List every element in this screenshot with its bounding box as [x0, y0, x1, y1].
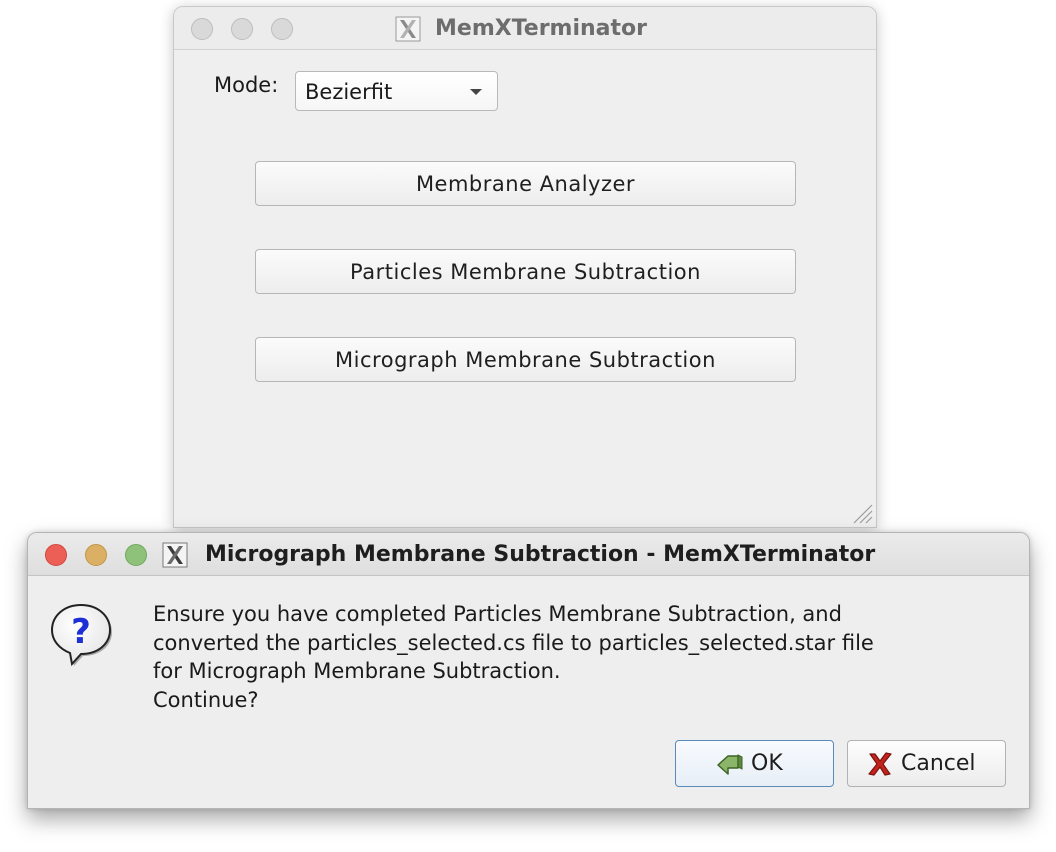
- close-button[interactable]: [191, 18, 213, 40]
- message-line: converted the particles_selected.cs file…: [153, 630, 874, 655]
- mode-dropdown[interactable]: Bezierfit: [295, 71, 498, 111]
- message-line: Continue?: [153, 687, 259, 712]
- ok-button[interactable]: OK: [675, 740, 834, 787]
- minimize-button[interactable]: [231, 18, 253, 40]
- confirm-dialog: Micrograph Membrane Subtraction - MemXTe…: [27, 532, 1030, 809]
- red-x-icon: [868, 752, 892, 776]
- main-window-title: MemXTerminator: [435, 16, 648, 41]
- chevron-down-icon: [470, 89, 482, 95]
- dialog-titlebar[interactable]: Micrograph Membrane Subtraction - MemXTe…: [28, 533, 1029, 576]
- svg-text:?: ?: [71, 612, 91, 652]
- main-window-titlebar[interactable]: MemXTerminator: [174, 7, 876, 50]
- cancel-button[interactable]: Cancel: [847, 740, 1006, 787]
- mode-dropdown-value: Bezierfit: [305, 80, 393, 104]
- dialog-zoom-button[interactable]: [125, 544, 147, 566]
- x11-app-icon: [162, 542, 188, 568]
- dialog-message: Ensure you have completed Particles Memb…: [153, 600, 1013, 714]
- ok-button-label: OK: [751, 751, 783, 776]
- membrane-analyzer-button[interactable]: Membrane Analyzer: [255, 161, 796, 206]
- dialog-minimize-button[interactable]: [85, 544, 107, 566]
- cancel-button-label: Cancel: [901, 751, 976, 776]
- x11-app-icon: [395, 16, 421, 42]
- message-line: Ensure you have completed Particles Memb…: [153, 602, 842, 626]
- main-window: MemXTerminator Mode: Bezierfit Membrane …: [173, 6, 877, 528]
- dialog-title: Micrograph Membrane Subtraction - MemXTe…: [205, 542, 876, 567]
- resize-grip-icon[interactable]: [848, 499, 874, 525]
- mode-label: Mode:: [214, 73, 279, 97]
- particles-membrane-subtraction-button[interactable]: Particles Membrane Subtraction: [255, 249, 796, 294]
- message-line: for Micrograph Membrane Subtraction.: [153, 659, 561, 683]
- micrograph-membrane-subtraction-button[interactable]: Micrograph Membrane Subtraction: [255, 337, 796, 382]
- zoom-button[interactable]: [271, 18, 293, 40]
- dialog-close-button[interactable]: [45, 544, 67, 566]
- question-icon: ?: [50, 603, 112, 667]
- ok-arrow-icon: [717, 754, 743, 775]
